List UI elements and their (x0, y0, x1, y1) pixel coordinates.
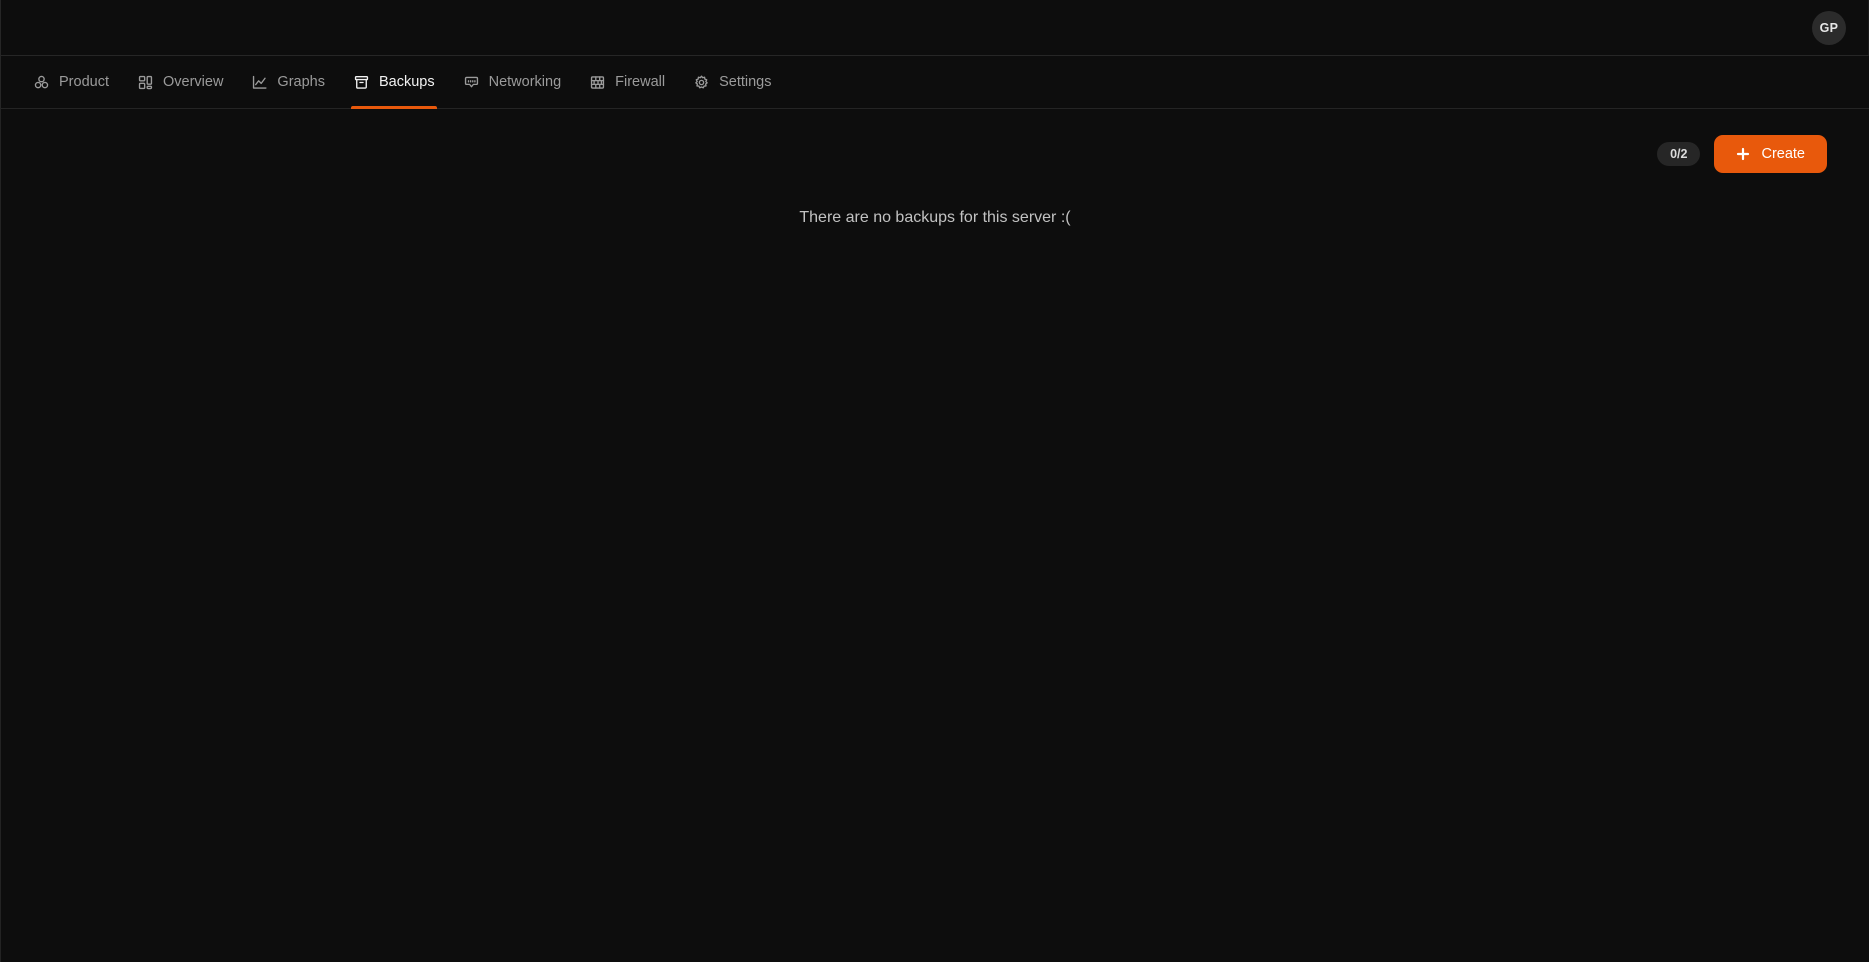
tab-overview[interactable]: Overview (123, 56, 237, 108)
tab-label: Backups (378, 73, 435, 90)
layout-grid-icon (137, 74, 154, 91)
empty-state-message: There are no backups for this server :( (799, 209, 1071, 226)
tab-firewall[interactable]: Firewall (575, 56, 679, 108)
top-bar: GP (0, 0, 1869, 56)
create-backup-button[interactable]: Create (1714, 135, 1827, 173)
tab-label: Product (59, 73, 109, 90)
backup-count-badge: 0/2 (1657, 141, 1701, 167)
tab-label: Overview (162, 73, 224, 90)
tab-networking[interactable]: Networking (449, 56, 576, 108)
tab-label: Networking (488, 73, 562, 90)
line-chart-icon (251, 74, 268, 91)
primary-tab-bar: Product Overview Graphs Backups Networki… (0, 56, 1869, 109)
brick-wall-icon (589, 74, 606, 91)
app-root: GP Product Overview Graphs Backups Netwo… (0, 0, 1869, 962)
tab-label: Firewall (615, 73, 666, 90)
backups-panel: 0/2 Create There are no backups for this… (0, 109, 1869, 962)
tab-label: Graphs (277, 73, 325, 90)
archive-box-icon (353, 74, 370, 91)
tab-graphs[interactable]: Graphs (237, 56, 339, 108)
product-cluster-icon (33, 74, 50, 91)
create-button-label: Create (1761, 146, 1805, 162)
backups-action-row: 0/2 Create (41, 109, 1829, 173)
tab-product[interactable]: Product (19, 56, 123, 108)
avatar-initials: GP (1819, 20, 1839, 35)
avatar[interactable]: GP (1812, 10, 1846, 45)
tab-label: Settings (719, 73, 772, 90)
tab-backups[interactable]: Backups (339, 56, 449, 109)
ethernet-port-icon (463, 74, 480, 91)
plus-icon (1736, 147, 1750, 161)
tab-settings[interactable]: Settings (679, 56, 785, 108)
gear-icon (693, 74, 710, 91)
